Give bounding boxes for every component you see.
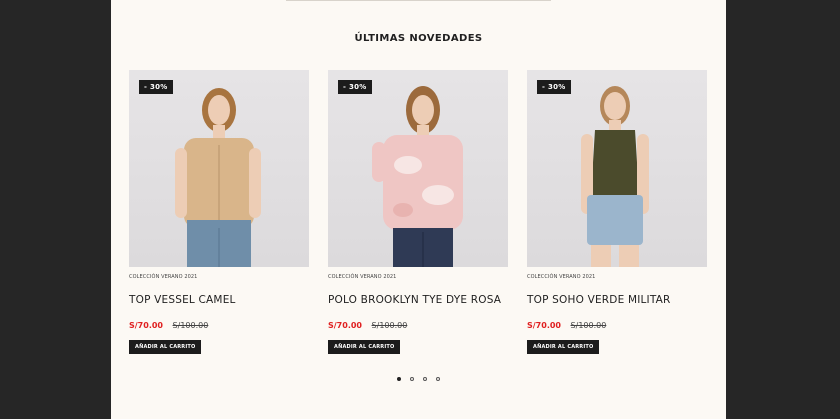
- product-name[interactable]: TOP SOHO VERDE MILITAR: [527, 294, 707, 306]
- discount-badge: - 30%: [139, 80, 173, 94]
- discount-badge: - 30%: [338, 80, 372, 94]
- product-card: - 30% COLECCIÓN VERANO 2021 TOP VESSEL C…: [129, 70, 309, 354]
- product-collection: COLECCIÓN VERANO 2021: [527, 274, 596, 280]
- product-prices: S/70.00 S/100.00: [129, 321, 309, 330]
- original-price: S/100.00: [570, 321, 607, 330]
- original-price: S/100.00: [172, 321, 209, 330]
- product-name[interactable]: POLO BROOKLYN TYE DYE ROSA: [328, 294, 508, 306]
- product-prices: S/70.00 S/100.00: [527, 321, 707, 330]
- carousel-dot[interactable]: [436, 377, 440, 381]
- sale-price: S/70.00: [328, 321, 362, 330]
- add-to-cart-button[interactable]: AÑADIR AL CARRITO: [328, 340, 401, 354]
- carousel-dot[interactable]: [397, 377, 401, 381]
- carousel-dot[interactable]: [410, 377, 414, 381]
- discount-badge: - 30%: [537, 80, 571, 94]
- sale-price: S/70.00: [527, 321, 561, 330]
- add-to-cart-button[interactable]: AÑADIR AL CARRITO: [527, 340, 600, 354]
- model-photo: [581, 86, 649, 267]
- model-photo: [175, 88, 261, 267]
- section-title: ÚLTIMAS NOVEDADES: [354, 33, 483, 44]
- carousel-dot[interactable]: [423, 377, 427, 381]
- product-card: - 30% COLECCIÓN VERANO 2021 POLO BROOKLY…: [328, 70, 508, 354]
- sale-price: S/70.00: [129, 321, 163, 330]
- add-to-cart-button[interactable]: AÑADIR AL CARRITO: [129, 340, 202, 354]
- product-prices: S/70.00 S/100.00: [328, 321, 508, 330]
- product-image[interactable]: - 30%: [328, 70, 508, 267]
- product-collection: COLECCIÓN VERANO 2021: [129, 274, 198, 280]
- model-photo: [372, 86, 463, 267]
- divider: [286, 0, 551, 1]
- product-image[interactable]: - 30%: [129, 70, 309, 267]
- product-card: - 30% COLECCIÓN VERANO 2021 TOP SOHO VER…: [527, 70, 707, 354]
- product-collection: COLECCIÓN VERANO 2021: [328, 274, 397, 280]
- carousel-pagination: [397, 377, 440, 381]
- original-price: S/100.00: [371, 321, 408, 330]
- product-image[interactable]: - 30%: [527, 70, 707, 267]
- page-content: ÚLTIMAS NOVEDADES - 30% COLECCIÓN VERANO…: [111, 0, 726, 419]
- product-name[interactable]: TOP VESSEL CAMEL: [129, 294, 309, 306]
